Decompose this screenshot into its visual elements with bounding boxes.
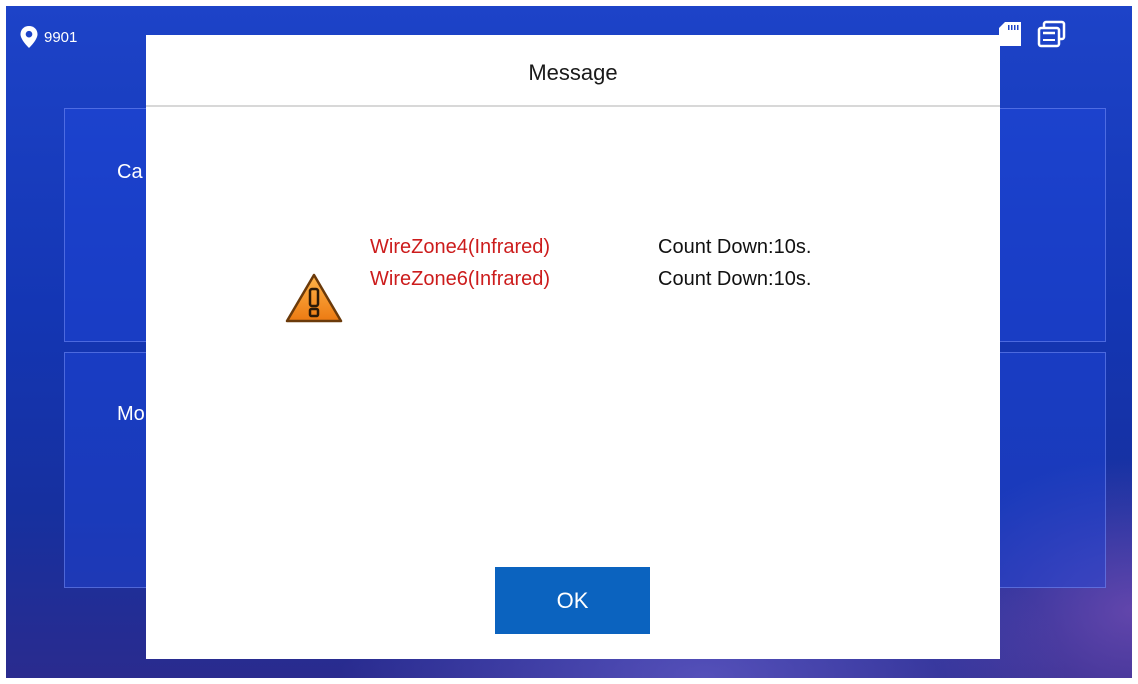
- zone-name: WireZone4(Infrared): [370, 235, 551, 258]
- alarm-list: WireZone4(Infrared) Count Down:10s. Wire…: [370, 231, 890, 295]
- dialog-header: Message: [146, 35, 1000, 107]
- countdown-text: Count Down:10s.: [658, 235, 812, 258]
- warning-icon: [285, 273, 343, 323]
- countdown-text: Count Down:10s.: [658, 267, 812, 290]
- screen-icon[interactable]: [1037, 20, 1067, 50]
- home-screen: 9901 Ca Mo Message WireZone4(Infrared) C…: [6, 6, 1132, 678]
- location-pin-icon: [20, 26, 38, 48]
- message-dialog: Message WireZone4(Infrared) Count Down:1…: [146, 35, 1000, 659]
- ok-button[interactable]: OK: [495, 567, 650, 634]
- dialog-title: Message: [528, 60, 618, 85]
- room-number: 9901: [44, 28, 78, 46]
- alarm-row: WireZone6(Infrared) Count Down:10s.: [370, 263, 890, 295]
- zone-name: WireZone6(Infrared): [370, 267, 551, 290]
- alarm-row: WireZone4(Infrared) Count Down:10s.: [370, 231, 890, 263]
- call-card-label: Ca: [117, 161, 143, 183]
- sd-card-icon: [999, 22, 1021, 46]
- location-indicator: 9901: [20, 26, 77, 48]
- monitor-card-label: Mo: [117, 403, 145, 425]
